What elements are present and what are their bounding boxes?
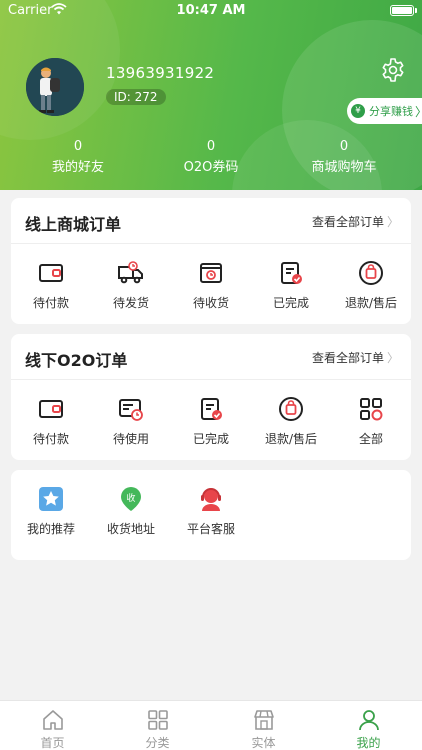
share-earn-button[interactable]: ¥ 分享赚钱 〉 [347, 98, 422, 124]
chevron-right-icon: 〉 [386, 215, 399, 229]
online-orders-grid: 待付款 待发货 待收货 已完成 退款/售后 [11, 244, 411, 324]
service-label: 平台客服 [186, 522, 235, 536]
refund-bag-icon [359, 261, 383, 285]
share-earn-label: 分享赚钱 [369, 105, 413, 118]
stat-label: O2O券码 [183, 160, 239, 175]
order-status-label: 待发货 [112, 296, 149, 310]
user-id-badge: ID: 272 [106, 89, 166, 105]
order-status-label: 待收货 [192, 296, 229, 310]
online-orders-card: 线上商城订单 查看全部订单〉 待付款 待发货 待收货 已完成 退款/售后 [11, 198, 411, 324]
home-icon [42, 710, 63, 730]
stat-shopping-cart[interactable]: 0 商城购物车 [274, 139, 414, 175]
profile-header: Carrier 10:47 AM 13963931922 ID: 272 ¥ 分… [0, 0, 422, 190]
chevron-right-icon: 〉 [415, 103, 422, 120]
online-order-pending-shipment[interactable]: 待发货 [91, 260, 171, 311]
star-badge-icon [39, 487, 63, 511]
offline-order-all[interactable]: 全部 [331, 396, 411, 447]
service-customer-support[interactable]: 平台客服 [171, 486, 251, 537]
offline-orders-card: 线下O2O订单 查看全部订单〉 待付款 待使用 已完成 退款/售后 全部 [11, 334, 411, 460]
tab-label: 分类 [145, 736, 170, 750]
truck-icon [118, 261, 143, 284]
online-order-completed[interactable]: 已完成 [251, 260, 331, 311]
view-all-offline-orders-link[interactable]: 查看全部订单〉 [312, 349, 399, 366]
view-all-label: 查看全部订单 [311, 215, 384, 229]
address-badge-text: 收 [126, 492, 135, 504]
online-order-pending-payment[interactable]: 待付款 [11, 260, 91, 311]
view-all-label: 查看全部订单 [311, 351, 384, 365]
offline-order-refund[interactable]: 退款/售后 [251, 396, 331, 447]
stat-label: 商城购物车 [311, 160, 377, 175]
tab-store[interactable]: 实体 [211, 708, 316, 750]
refund-bag-icon [279, 397, 303, 421]
yen-coin-icon: ¥ [351, 104, 365, 118]
offline-orders-title: 线下O2O订单 [25, 351, 128, 370]
tab-label: 首页 [40, 736, 65, 750]
wallet-icon [39, 400, 63, 418]
settings-gear-icon[interactable] [380, 57, 406, 83]
location-pin-icon: 收 [121, 487, 141, 511]
online-order-pending-receipt[interactable]: 待收货 [171, 260, 251, 311]
tab-label: 我的 [356, 736, 381, 750]
wallet-icon [39, 264, 63, 282]
services-card: 我的推荐 收 收货地址 平台客服 [11, 470, 411, 560]
order-status-label: 待付款 [32, 296, 69, 310]
service-label: 我的推荐 [26, 522, 75, 536]
order-status-label: 已完成 [192, 432, 229, 446]
customer-service-icon [201, 488, 221, 511]
offline-orders-header: 线下O2O订单 查看全部订单〉 [11, 334, 411, 380]
order-status-label: 待付款 [32, 432, 69, 446]
stat-friends[interactable]: 0 我的好友 [8, 139, 148, 175]
online-orders-title: 线上商城订单 [25, 215, 122, 234]
category-icon [147, 710, 168, 730]
online-order-refund[interactable]: 退款/售后 [331, 260, 411, 311]
battery-icon [390, 5, 417, 16]
stat-value: 0 [339, 139, 349, 154]
clipboard-check-icon [281, 262, 302, 284]
stat-o2o-coupons[interactable]: 0 O2O券码 [141, 139, 281, 175]
offline-order-completed[interactable]: 已完成 [171, 396, 251, 447]
offline-orders-grid: 待付款 待使用 已完成 退款/售后 全部 [11, 380, 411, 460]
tab-category[interactable]: 分类 [105, 708, 210, 750]
status-time: 10:47 AM [176, 3, 246, 18]
bottom-tab-bar: 首页 分类 实体 我的 [0, 700, 422, 750]
clipboard-check-icon [201, 398, 222, 420]
view-all-online-orders-link[interactable]: 查看全部订单〉 [312, 213, 399, 230]
box-clock-icon [200, 263, 222, 283]
stat-value: 0 [73, 139, 83, 154]
avatar-illustration-icon [26, 58, 84, 116]
profile-icon [358, 710, 379, 731]
service-label: 收货地址 [106, 522, 155, 536]
status-bar: Carrier 10:47 AM [0, 0, 422, 22]
stat-label: 我的好友 [51, 160, 104, 175]
service-shipping-address[interactable]: 收 收货地址 [91, 486, 171, 537]
order-status-label: 退款/售后 [264, 432, 318, 446]
order-status-label: 退款/售后 [344, 296, 398, 310]
service-my-recommendations[interactable]: 我的推荐 [11, 486, 91, 537]
grid-icon [360, 398, 383, 421]
tab-home[interactable]: 首页 [0, 708, 105, 750]
tab-mine[interactable]: 我的 [316, 708, 421, 750]
chevron-right-icon: 〉 [386, 351, 399, 365]
offline-order-pending-payment[interactable]: 待付款 [11, 396, 91, 447]
avatar[interactable] [26, 58, 84, 116]
stat-value: 0 [206, 139, 216, 154]
order-status-label: 已完成 [272, 296, 309, 310]
store-icon [253, 710, 274, 730]
online-orders-header: 线上商城订单 查看全部订单〉 [11, 198, 411, 244]
offline-order-to-use[interactable]: 待使用 [91, 396, 171, 447]
ticket-clock-icon [119, 399, 143, 421]
order-status-label: 待使用 [112, 432, 149, 446]
user-phone: 13963931922 [106, 64, 215, 82]
tab-label: 实体 [251, 736, 276, 750]
order-status-label: 全部 [358, 432, 383, 446]
